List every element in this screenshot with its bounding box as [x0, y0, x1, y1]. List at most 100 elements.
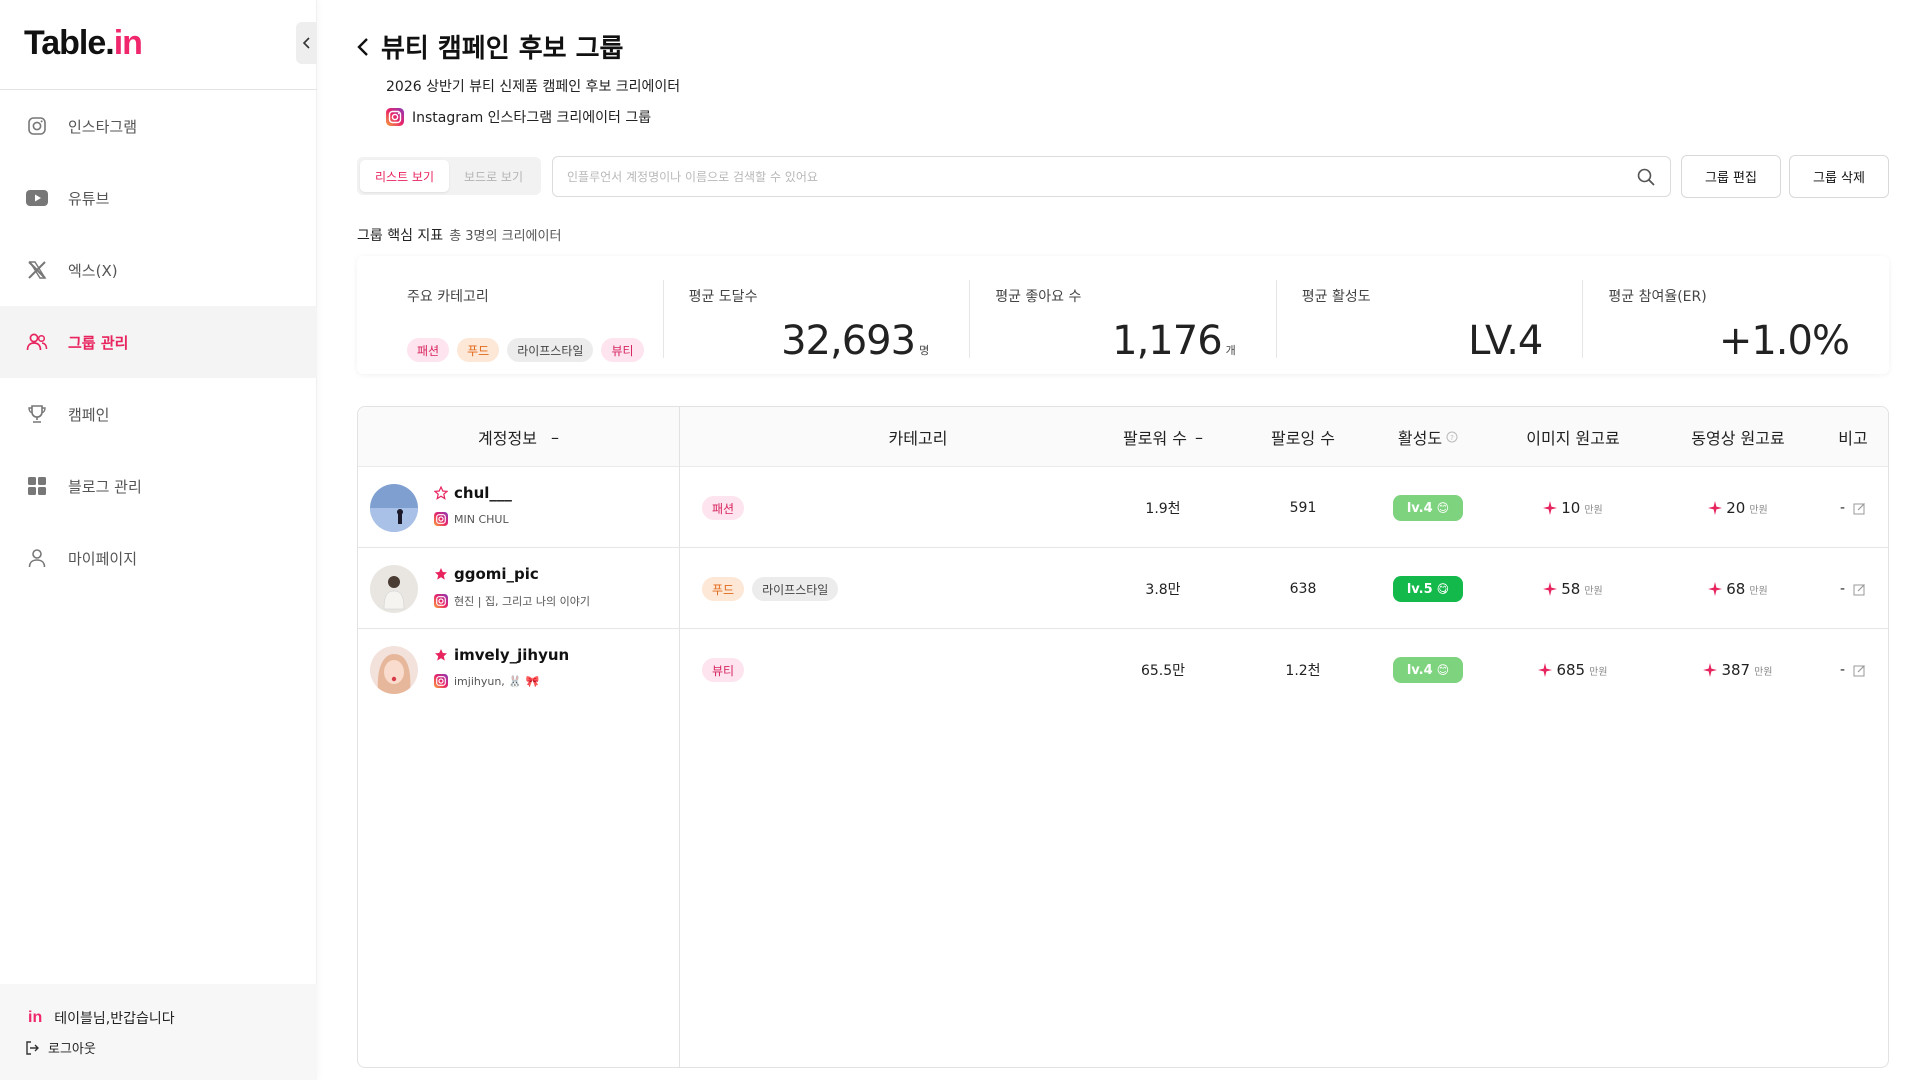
kpi-avg-reach: 평균 도달수 32,693 명	[664, 280, 971, 364]
sidebar-item-campaign[interactable]: 캠페인	[0, 378, 317, 450]
kpi-value: 32,693 명	[781, 318, 930, 364]
column-header-following: 팔로잉 수	[1271, 429, 1335, 448]
level-badge: lv.5 😋	[1393, 576, 1463, 602]
account-handle[interactable]: imvely_jihyun	[434, 646, 569, 664]
youtube-icon	[26, 187, 48, 209]
following-cell: 638	[1289, 581, 1317, 597]
edit-group-button[interactable]: 그룹 편집	[1681, 155, 1781, 198]
instagram-icon	[386, 108, 404, 126]
kpi-avg-likes: 평균 좋아요 수 1,176 개	[970, 280, 1277, 364]
sparkle-icon	[1708, 582, 1723, 596]
page-title: 뷰티 캠페인 후보 그룹	[355, 28, 623, 65]
sidebar-item-instagram[interactable]: 인스타그램	[0, 90, 317, 162]
instagram-icon	[434, 594, 448, 608]
kpi-avg-er: 평균 참여율(ER) +1.0%	[1583, 280, 1889, 364]
avatar[interactable]	[370, 565, 418, 613]
star-outline-icon[interactable]	[434, 486, 448, 500]
table-header: 계정정보 – 카테고리 팔로워 수 – 팔로잉 수 활성도? 이미지 원고료 동영상…	[358, 407, 1888, 467]
video-fee-cell: 20 만원	[1658, 468, 1818, 548]
kpi-label: 평균 좋아요 수	[995, 289, 1082, 305]
activity-cell: lv.4 😊	[1368, 468, 1488, 548]
kpi-label: 평균 참여율(ER)	[1608, 289, 1707, 305]
column-header-followers[interactable]: 팔로워 수 –	[1098, 407, 1228, 467]
category-chip: 뷰티	[601, 338, 644, 362]
avatar[interactable]	[370, 646, 418, 694]
app-logo[interactable]: Table.in	[24, 24, 143, 63]
sidebar-item-group-management[interactable]: 그룹 관리	[0, 306, 317, 378]
account-handle[interactable]: ggomi_pic	[434, 565, 539, 583]
star-filled-icon[interactable]	[434, 648, 448, 662]
sidebar-item-mypage[interactable]: 마이페이지	[0, 522, 317, 594]
column-header-image-fee: 이미지 원고료	[1526, 429, 1620, 448]
sidebar-item-youtube[interactable]: 유튜브	[0, 162, 317, 234]
table-row[interactable]: ggomi_pic 현진 | 집, 그리고 나의 이야기 푸드 라이프스타일 3…	[358, 549, 1888, 629]
search-icon[interactable]	[1636, 167, 1656, 187]
followers-cell: 65.5만	[1140, 663, 1186, 679]
kpi-heading: 그룹 핵심 지표 총 3명의 크리에이터	[357, 228, 562, 244]
creator-table: 계정정보 – 카테고리 팔로워 수 – 팔로잉 수 활성도? 이미지 원고료 동영상…	[357, 406, 1889, 1068]
chevron-left-icon	[357, 37, 368, 56]
board-view-tab[interactable]: 보드로 보기	[449, 160, 538, 192]
star-filled-icon[interactable]	[434, 567, 448, 581]
sidebar: Table.in 인스타그램 유튜브 엑스(X) 그룹 관리 캠페인 블로그 관…	[0, 0, 317, 1080]
following-cell: 1.2천	[1285, 663, 1321, 679]
instagram-icon	[26, 115, 48, 137]
edit-icon[interactable]	[1853, 502, 1866, 515]
sidebar-item-x[interactable]: 엑스(X)	[0, 234, 317, 306]
kpi-value: LV.4	[1468, 318, 1543, 364]
table-row[interactable]: chul___ MIN CHUL 패션 1.9천 591 lv.4 😊 10 만원 …	[358, 468, 1888, 548]
column-header-activity: 활성도?	[1368, 407, 1488, 467]
column-header-video-fee: 동영상 원고료	[1691, 429, 1785, 448]
image-fee-cell: 58 만원	[1488, 549, 1658, 629]
sidebar-item-blog-management[interactable]: 블로그 관리	[0, 450, 317, 522]
kpi-main-category: 주요 카테고리 패션 푸드 라이프스타일 뷰티	[357, 280, 664, 362]
activity-cell: lv.5 😋	[1368, 549, 1488, 629]
edit-icon[interactable]	[1853, 664, 1866, 677]
logout-button[interactable]: 로그아웃	[24, 1038, 96, 1057]
remark-cell: -	[1818, 468, 1888, 548]
kpi-value: 1,176 개	[1112, 318, 1236, 364]
column-header-account[interactable]: 계정정보 –	[358, 407, 679, 467]
column-header-remark: 비고	[1838, 429, 1868, 448]
sidebar-collapse-button[interactable]	[296, 22, 317, 64]
category-chips: 패션 푸드 라이프스타일 뷰티	[407, 338, 644, 362]
kpi-label: 평균 활성도	[1301, 289, 1371, 305]
category-chip: 패션	[702, 496, 745, 520]
kpi-panel: 주요 카테고리 패션 푸드 라이프스타일 뷰티 평균 도달수 32,693 명 평…	[357, 256, 1889, 374]
logout-icon	[26, 1040, 39, 1055]
svg-text:?: ?	[1450, 434, 1454, 442]
search-input[interactable]	[567, 169, 1636, 184]
category-chip: 푸드	[457, 338, 500, 362]
account-handle[interactable]: chul___	[434, 484, 512, 502]
kpi-label: 주요 카테고리	[407, 289, 489, 305]
table-row[interactable]: imvely_jihyun imjihyun, 🐰 🎀 뷰티 65.5만 1.2…	[358, 630, 1888, 710]
group-platform: Instagram 인스타그램 크리에이터 그룹	[386, 107, 651, 127]
category-cell: 푸드 라이프스타일	[702, 549, 839, 629]
list-view-tab[interactable]: 리스트 보기	[360, 160, 449, 192]
sidebar-footer: in 테이블님,반갑습니다 로그아웃	[0, 984, 317, 1080]
video-fee-cell: 68 만원	[1658, 549, 1818, 629]
kpi-label: 평균 도달수	[688, 289, 758, 305]
avatar[interactable]	[370, 484, 418, 532]
sidebar-item-label: 유튜브	[68, 189, 110, 208]
remark-cell: -	[1818, 630, 1888, 710]
grid-icon	[26, 475, 48, 497]
help-icon[interactable]: ?	[1446, 431, 1458, 443]
followers-cell: 3.8만	[1145, 582, 1181, 598]
sort-icon[interactable]: –	[551, 428, 559, 447]
sidebar-nav: 인스타그램 유튜브 엑스(X) 그룹 관리 캠페인 블로그 관리 마이페이지	[0, 90, 317, 594]
level-badge: lv.4 😊	[1393, 657, 1463, 683]
account-bio: MIN CHUL	[434, 512, 509, 526]
image-fee-cell: 685 만원	[1488, 630, 1658, 710]
sort-icon[interactable]: –	[1195, 428, 1203, 447]
sidebar-item-label: 그룹 관리	[68, 333, 129, 352]
column-header-category: 카테고리	[888, 429, 948, 448]
delete-group-button[interactable]: 그룹 삭제	[1789, 155, 1889, 198]
user-greeting: in 테이블님,반갑습니다	[28, 1009, 175, 1027]
kpi-value: +1.0%	[1718, 318, 1850, 364]
edit-icon[interactable]	[1853, 583, 1866, 596]
back-button[interactable]	[355, 35, 371, 59]
trophy-icon	[26, 403, 48, 425]
x-icon	[26, 259, 48, 281]
users-icon	[26, 331, 48, 353]
